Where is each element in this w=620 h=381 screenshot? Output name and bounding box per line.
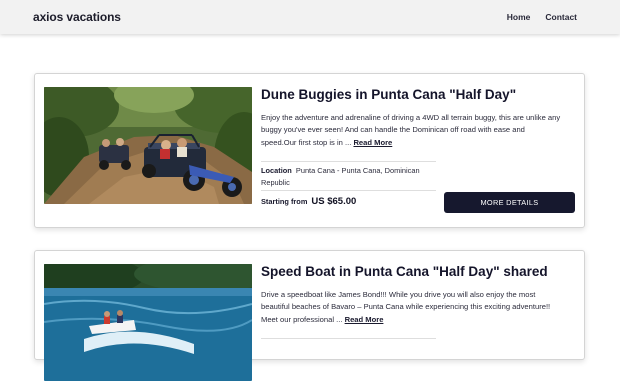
read-more-link[interactable]: Read More [345,315,384,324]
top-navbar: axios vacations Home Contact [0,0,620,34]
nav-home-link[interactable]: Home [507,12,531,22]
tour-title[interactable]: Speed Boat in Punta Cana "Half Day" shar… [261,264,579,279]
divider [261,338,436,339]
tour-photo-dune-buggy[interactable] [44,87,252,204]
divider [261,161,436,162]
tour-card: Speed Boat in Punta Cana "Half Day" shar… [34,250,585,381]
tour-price: Starting from US $65.00 [261,196,356,207]
divider [261,190,436,191]
location-label: Location [261,166,292,175]
tour-title[interactable]: Dune Buggies in Punta Cana "Half Day" [261,87,579,102]
main-nav: Home Contact [507,12,577,22]
speed-boat-image [44,264,252,381]
tour-location: Location Punta Cana - Punta Cana, Domini… [261,165,436,189]
brand-logo[interactable]: axios vacations [33,10,121,24]
more-details-button[interactable]: MORE DETAILS [444,192,575,213]
price-label: Starting from [261,197,308,206]
tour-card: Dune Buggies in Punta Cana "Half Day" En… [34,73,585,228]
price-value: US $65.00 [311,196,357,207]
dune-buggy-image [44,87,252,204]
tour-description: Drive a speedboat like James Bond!!! Whi… [261,290,551,324]
tour-description: Enjoy the adventure and adrenaline of dr… [261,113,561,147]
nav-contact-link[interactable]: Contact [545,12,577,22]
read-more-link[interactable]: Read More [353,138,392,147]
tour-photo-speed-boat[interactable] [44,264,252,381]
